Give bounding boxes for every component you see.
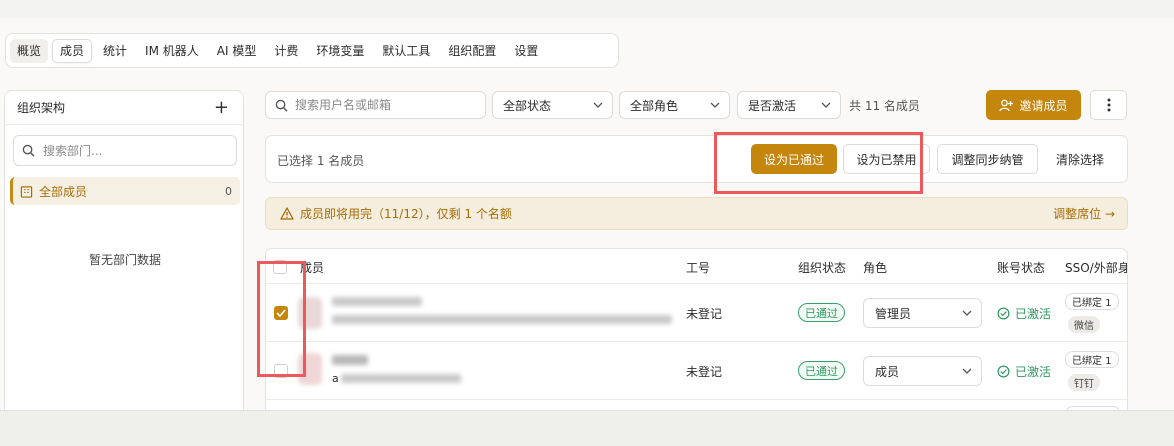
redacted-member-name (332, 297, 422, 306)
member-search[interactable] (265, 91, 486, 119)
account-status-label: 已激活 (1015, 307, 1052, 321)
sso-provider-tag: 微信 (1068, 316, 1100, 333)
employee-id-cell: 未登记 (686, 307, 723, 321)
role-filter-select[interactable]: 全部角色 (619, 91, 730, 119)
highlight-box-row-checkbox (257, 261, 306, 377)
chevron-down-icon (962, 368, 972, 374)
highlight-box-bulk-actions (714, 132, 923, 194)
redacted-member-email (341, 374, 461, 383)
more-vertical-icon (1107, 98, 1110, 112)
sso-bound-badge: 已绑定 1 (1065, 351, 1119, 368)
selection-count-text: 已选择 1 名成员 (277, 154, 365, 168)
role-select[interactable]: 成员 (863, 356, 982, 386)
app-area: 概览 成员 统计 IM 机器人 AI 模型 计费 环境变量 默认工具 组织配置 … (0, 18, 1174, 428)
warning-text: 成员即将用完（11/12），仅剩 1 个名额 (300, 207, 512, 221)
chevron-down-icon (962, 310, 972, 316)
tab-org-config[interactable]: 组织配置 (441, 39, 503, 63)
member-search-input[interactable] (295, 98, 475, 112)
invite-member-button[interactable]: 邀请成员 (986, 90, 1081, 120)
members-table: 成员 工号 组织状态 角色 账号状态 SSO/外部身 未登记 已通过 管理员 已… (265, 248, 1128, 428)
window-bottom-strip (0, 410, 1174, 446)
sidebar-item-label: 全部成员 (39, 184, 88, 199)
tab-statistics[interactable]: 统计 (96, 39, 134, 63)
header-account-status: 账号状态 (997, 261, 1046, 275)
sidebar-title: 组织架构 (17, 101, 66, 115)
sidebar-item-count: 0 (225, 184, 232, 198)
warning-icon (280, 207, 294, 220)
status-filter-select[interactable]: 全部状态 (492, 91, 613, 119)
member-total-count: 共 11 名成员 (849, 99, 920, 113)
bulk-selection-bar: 已选择 1 名成员 设为已通过 设为已禁用 调整同步纳管 清除选择 (265, 135, 1128, 183)
table-row[interactable]: 未登记 已通过 管理员 已激活 已绑定 1 微信 (266, 285, 1127, 342)
sso-provider-tag: 钉钉 (1068, 374, 1100, 391)
tab-members[interactable]: 成员 (52, 38, 93, 63)
window-top-strip (0, 0, 1174, 18)
activation-filter-select[interactable]: 是否激活 (737, 91, 841, 119)
role-select-value: 管理员 (875, 306, 912, 321)
chevron-down-icon (593, 102, 603, 108)
tab-env-vars[interactable]: 环境变量 (309, 39, 371, 63)
department-search[interactable] (13, 135, 237, 166)
tab-billing[interactable]: 计费 (267, 39, 305, 63)
adjust-sync-button[interactable]: 调整同步纳管 (937, 144, 1038, 174)
sidebar-item-all-members[interactable]: 全部成员 0 (10, 177, 240, 205)
search-icon (22, 144, 35, 157)
redacted-member-name (332, 355, 368, 365)
chevron-down-icon (821, 102, 831, 108)
org-status-badge: 已通过 (798, 303, 845, 322)
header-employee-id: 工号 (686, 261, 711, 275)
table-row[interactable]: a 未登记 已通过 成员 已激活 已绑定 1 钉钉 (266, 343, 1127, 400)
sso-bound-badge: 已绑定 1 (1065, 293, 1119, 310)
sidebar-header: 组织架构 + (5, 91, 243, 125)
org-status-badge: 已通过 (798, 361, 845, 380)
tab-im-bot[interactable]: IM 机器人 (138, 39, 206, 63)
header-sso: SSO/外部身 (1065, 261, 1128, 275)
main-tabs: 概览 成员 统计 IM 机器人 AI 模型 计费 环境变量 默认工具 组织配置 … (5, 33, 619, 68)
account-status: 已激活 (997, 305, 1051, 322)
check-circle-icon (997, 307, 1010, 320)
tab-overview[interactable]: 概览 (10, 38, 49, 63)
role-select-value: 成员 (875, 364, 900, 379)
member-email-prefix: a (332, 372, 339, 385)
role-filter-value: 全部角色 (630, 98, 679, 113)
header-role: 角色 (863, 261, 888, 275)
header-org-status: 组织状态 (798, 261, 847, 275)
add-user-icon (999, 99, 1014, 111)
building-icon (20, 185, 33, 198)
seat-limit-warning: 成员即将用完（11/12），仅剩 1 个名额 调整席位 → (265, 197, 1128, 230)
activation-filter-value: 是否激活 (748, 98, 797, 113)
more-options-button[interactable] (1090, 90, 1127, 120)
employee-id-cell: 未登记 (686, 365, 723, 379)
tab-settings[interactable]: 设置 (507, 39, 545, 63)
status-filter-value: 全部状态 (503, 98, 552, 113)
clear-selection-button[interactable]: 清除选择 (1045, 144, 1115, 174)
org-structure-sidebar: 组织架构 + 全部成员 0 暂无部门数据 (4, 90, 244, 420)
department-search-input[interactable] (43, 143, 223, 158)
table-header: 成员 工号 组织状态 角色 账号状态 SSO/外部身 (266, 249, 1128, 284)
account-status: 已激活 (997, 363, 1051, 380)
tab-default-tools[interactable]: 默认工具 (375, 39, 437, 63)
empty-departments-text: 暂无部门数据 (88, 253, 161, 267)
chevron-down-icon (710, 102, 720, 108)
role-select[interactable]: 管理员 (863, 298, 982, 328)
search-icon (275, 99, 288, 112)
invite-member-label: 邀请成员 (1019, 98, 1068, 113)
check-circle-icon (997, 365, 1010, 378)
tab-ai-model[interactable]: AI 模型 (210, 39, 264, 63)
account-status-label: 已激活 (1015, 365, 1052, 379)
add-department-icon[interactable]: + (214, 98, 229, 117)
redacted-member-email (332, 315, 672, 324)
adjust-seats-link[interactable]: 调整席位 → (1053, 205, 1115, 222)
